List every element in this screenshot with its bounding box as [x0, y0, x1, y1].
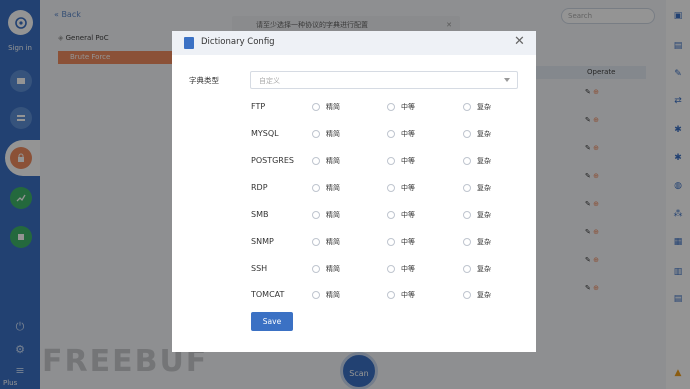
- radio-circle[interactable]: [312, 184, 320, 192]
- radio-label: 精简: [326, 130, 340, 138]
- radio-option[interactable]: 中等: [387, 183, 415, 193]
- radio-label: 复杂: [477, 265, 491, 273]
- radio-label: 中等: [401, 103, 415, 111]
- radio-option[interactable]: 精简: [312, 102, 340, 112]
- radio-label: 中等: [401, 238, 415, 246]
- radio-option[interactable]: 中等: [387, 210, 415, 220]
- dialog-header: Dictionary Config ✕: [172, 31, 536, 55]
- radio-option[interactable]: 精简: [312, 129, 340, 139]
- radio-option[interactable]: 中等: [387, 129, 415, 139]
- radio-option[interactable]: 复杂: [463, 237, 491, 247]
- protocol-row-tomcat: TOMCAT 精简 中等 复杂: [172, 288, 536, 302]
- protocol-row-rdp: RDP 精简 中等 复杂: [172, 181, 536, 195]
- radio-option[interactable]: 精简: [312, 264, 340, 274]
- close-icon[interactable]: ✕: [514, 35, 525, 49]
- radio-label: 中等: [401, 157, 415, 165]
- radio-label: 中等: [401, 265, 415, 273]
- radio-circle[interactable]: [463, 211, 471, 219]
- radio-circle[interactable]: [312, 157, 320, 165]
- chevron-down-icon: [504, 78, 510, 82]
- protocol-name: RDP: [251, 183, 268, 192]
- radio-label: 精简: [326, 238, 340, 246]
- radio-circle[interactable]: [463, 238, 471, 246]
- radio-option[interactable]: 复杂: [463, 264, 491, 274]
- radio-circle[interactable]: [312, 211, 320, 219]
- radio-option[interactable]: 中等: [387, 264, 415, 274]
- radio-circle[interactable]: [387, 103, 395, 111]
- radio-option[interactable]: 中等: [387, 156, 415, 166]
- radio-option[interactable]: 精简: [312, 210, 340, 220]
- radio-label: 复杂: [477, 211, 491, 219]
- radio-option[interactable]: 复杂: [463, 290, 491, 300]
- radio-label: 复杂: [477, 238, 491, 246]
- radio-circle[interactable]: [387, 157, 395, 165]
- protocol-name: MYSQL: [251, 129, 279, 138]
- radio-option[interactable]: 复杂: [463, 210, 491, 220]
- radio-label: 中等: [401, 211, 415, 219]
- radio-label: 中等: [401, 291, 415, 299]
- protocol-name: POSTGRES: [251, 156, 294, 165]
- protocol-name: TOMCAT: [251, 290, 285, 299]
- radio-circle[interactable]: [312, 238, 320, 246]
- radio-label: 中等: [401, 184, 415, 192]
- radio-circle[interactable]: [463, 184, 471, 192]
- dictionary-type-value: 自定义: [259, 77, 280, 85]
- radio-label: 复杂: [477, 103, 491, 111]
- radio-option[interactable]: 复杂: [463, 156, 491, 166]
- radio-option[interactable]: 复杂: [463, 183, 491, 193]
- radio-option[interactable]: 精简: [312, 183, 340, 193]
- radio-circle[interactable]: [387, 130, 395, 138]
- radio-circle[interactable]: [463, 130, 471, 138]
- radio-label: 复杂: [477, 291, 491, 299]
- radio-option[interactable]: 复杂: [463, 129, 491, 139]
- radio-circle[interactable]: [387, 238, 395, 246]
- radio-circle[interactable]: [387, 184, 395, 192]
- radio-option[interactable]: 复杂: [463, 102, 491, 112]
- dictionary-type-label: 字典类型: [189, 76, 219, 85]
- radio-circle[interactable]: [463, 157, 471, 165]
- dictionary-type-select[interactable]: 自定义: [250, 71, 518, 89]
- radio-circle[interactable]: [312, 291, 320, 299]
- book-icon: [184, 37, 194, 49]
- radio-label: 精简: [326, 103, 340, 111]
- radio-label: 精简: [326, 265, 340, 273]
- radio-option[interactable]: 中等: [387, 102, 415, 112]
- radio-option[interactable]: 中等: [387, 290, 415, 300]
- radio-label: 复杂: [477, 184, 491, 192]
- protocol-name: SSH: [251, 264, 268, 273]
- radio-circle[interactable]: [463, 291, 471, 299]
- radio-circle[interactable]: [312, 265, 320, 273]
- radio-circle[interactable]: [312, 130, 320, 138]
- dictionary-config-dialog: Dictionary Config ✕ 字典类型 自定义 FTP 精简 中等 复杂 MY…: [172, 31, 536, 352]
- radio-circle[interactable]: [463, 103, 471, 111]
- radio-label: 复杂: [477, 130, 491, 138]
- protocol-row-postgres: POSTGRES 精简 中等 复杂: [172, 154, 536, 168]
- radio-circle[interactable]: [387, 265, 395, 273]
- radio-label: 精简: [326, 211, 340, 219]
- dialog-title: Dictionary Config: [201, 37, 275, 47]
- protocol-name: SMB: [251, 210, 269, 219]
- protocol-row-mysql: MYSQL 精简 中等 复杂: [172, 127, 536, 141]
- protocol-name: SNMP: [251, 237, 274, 246]
- radio-label: 精简: [326, 291, 340, 299]
- radio-circle[interactable]: [387, 211, 395, 219]
- radio-label: 复杂: [477, 157, 491, 165]
- radio-option[interactable]: 精简: [312, 290, 340, 300]
- radio-option[interactable]: 精简: [312, 156, 340, 166]
- radio-label: 中等: [401, 130, 415, 138]
- protocol-row-smb: SMB 精简 中等 复杂: [172, 208, 536, 222]
- protocol-row-ssh: SSH 精简 中等 复杂: [172, 262, 536, 276]
- radio-label: 精简: [326, 184, 340, 192]
- radio-option[interactable]: 中等: [387, 237, 415, 247]
- radio-option[interactable]: 精简: [312, 237, 340, 247]
- protocol-row-ftp: FTP 精简 中等 复杂: [172, 100, 536, 114]
- protocol-row-snmp: SNMP 精简 中等 复杂: [172, 235, 536, 249]
- radio-circle[interactable]: [312, 103, 320, 111]
- protocol-name: FTP: [251, 102, 266, 111]
- radio-label: 精简: [326, 157, 340, 165]
- save-button[interactable]: Save: [251, 312, 293, 331]
- radio-circle[interactable]: [463, 265, 471, 273]
- radio-circle[interactable]: [387, 291, 395, 299]
